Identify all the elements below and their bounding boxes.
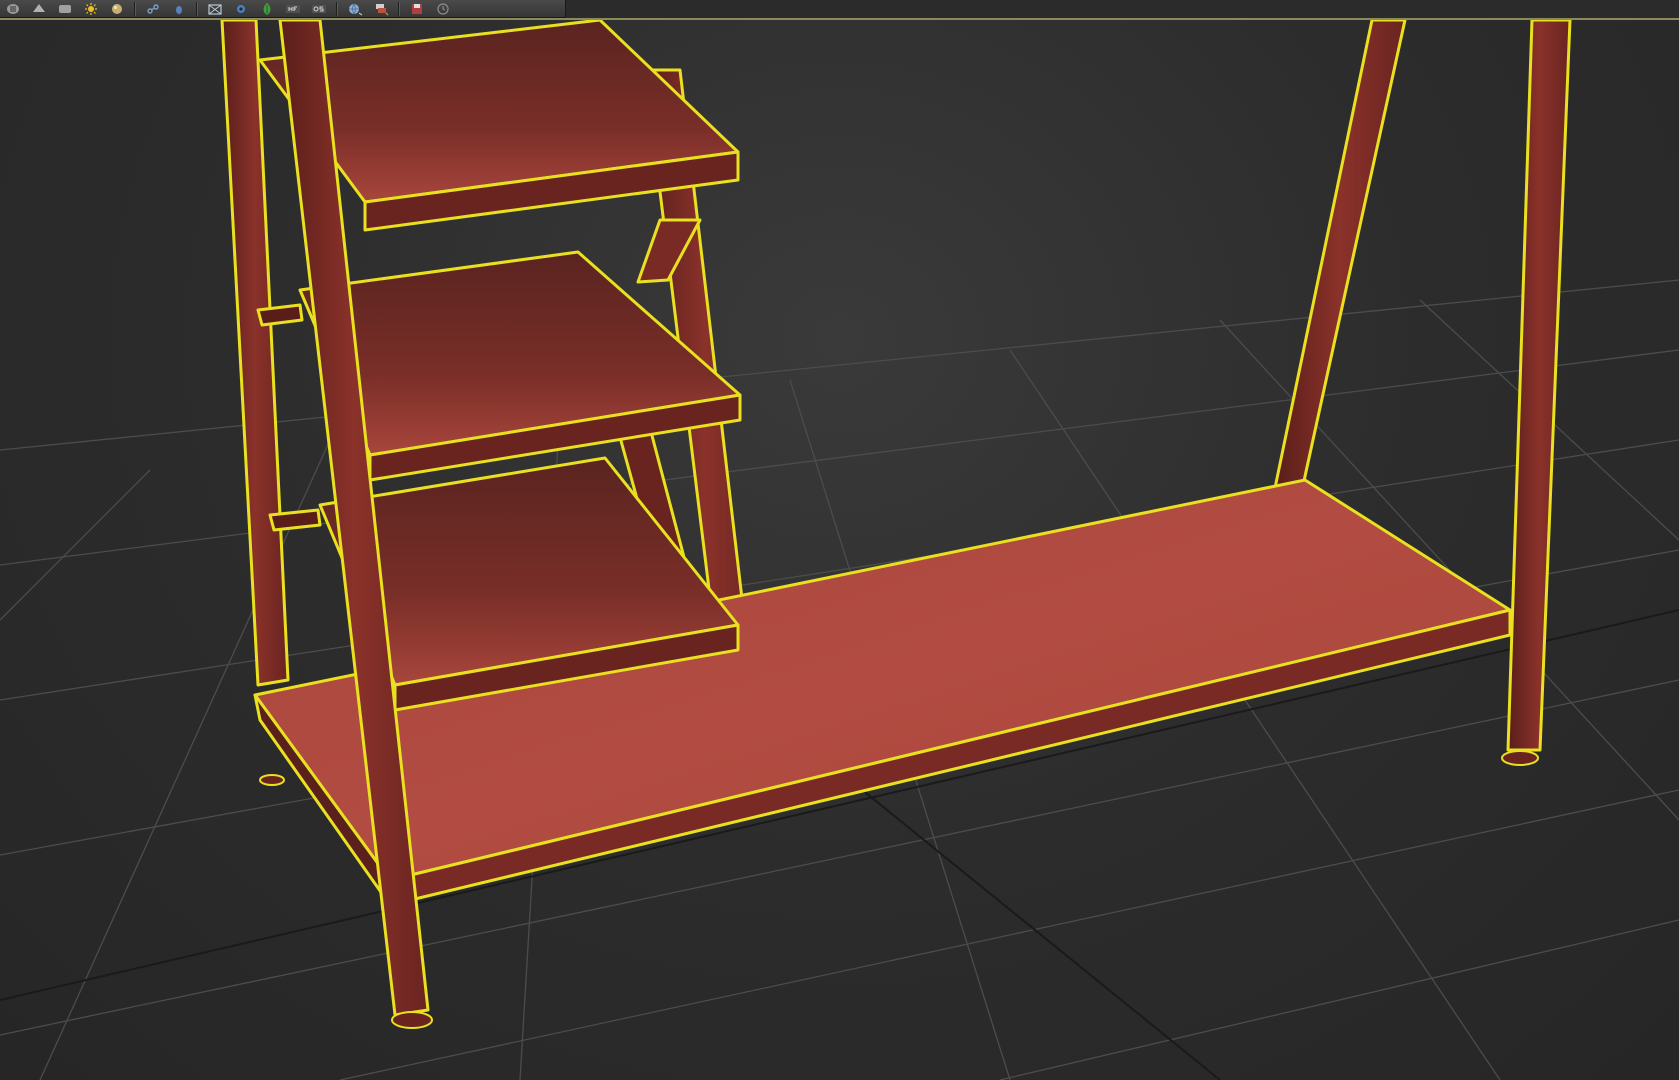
grid-axis-y: [849, 779, 1221, 1080]
bind-icon[interactable]: [166, 0, 192, 18]
link-icon[interactable]: [140, 0, 166, 18]
app-window: [0, 0, 1679, 1080]
sun-light-icon[interactable]: [78, 0, 104, 18]
scene-canvas[interactable]: [0, 20, 1679, 1080]
rendered-frame-icon[interactable]: [26, 0, 52, 18]
main-toolbar: [0, 0, 566, 18]
globe-icon[interactable]: [342, 0, 368, 18]
hf-label-icon[interactable]: [280, 0, 306, 18]
shelving-unit[interactable]: [220, 20, 1572, 1017]
toolbar-separator: [196, 1, 198, 16]
envelope-icon[interactable]: [202, 0, 228, 18]
perspective-viewport[interactable]: [0, 20, 1679, 1080]
render-setup-icon[interactable]: [0, 0, 26, 18]
save-icon[interactable]: [404, 0, 430, 18]
render-production-icon[interactable]: [52, 0, 78, 18]
toolbar-separator: [336, 1, 338, 16]
material-sphere-icon[interactable]: [104, 0, 130, 18]
toolbar-separator: [134, 1, 136, 16]
toolbar-separator: [398, 1, 400, 16]
layers-icon[interactable]: [368, 0, 394, 18]
leaf-icon[interactable]: [254, 0, 280, 18]
os-label-icon[interactable]: [306, 0, 332, 18]
clock-icon[interactable]: [430, 0, 456, 18]
gear-icon[interactable]: [228, 0, 254, 18]
